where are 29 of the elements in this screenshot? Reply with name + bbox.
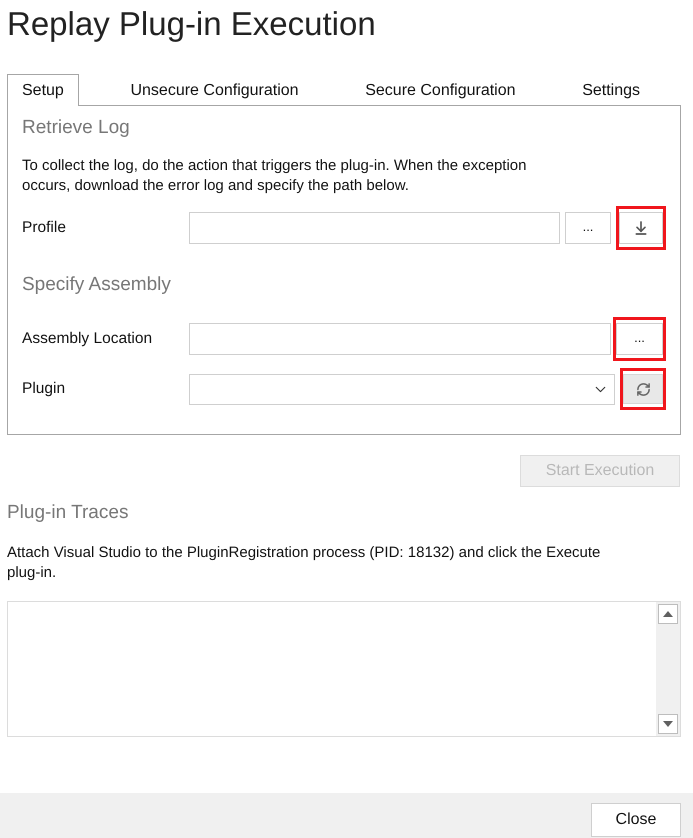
download-button[interactable] [619,212,663,244]
tab[interactable]: Unsecure Configuration [115,74,314,106]
scroll-up-button[interactable] [658,604,678,624]
instructions-text: Attach Visual Studio to the PluginRegistration process (PID: 18132) and click the Execute plug-in. [7,543,602,583]
tab[interactable]: Setup [7,74,79,106]
browse-button[interactable]: ... [616,323,663,355]
down-triangle-icon [663,720,673,728]
up-triangle-icon [663,610,673,618]
instructions-text: To collect the log, do the action that triggers the plug-in. When the exception occurs, download the error log and specify the path below. [22,156,528,196]
field-label: Plugin [22,379,66,399]
profile-path-field[interactable] [189,212,560,244]
plugin-select[interactable] [189,374,615,404]
scroll-down-button[interactable] [658,714,678,734]
field-label: Profile [22,218,66,238]
window-title: Replay Plug-in Execution [7,4,376,44]
trace-output-field[interactable] [7,601,681,737]
section-heading: Plug-in Traces [7,501,128,525]
download-icon [633,220,649,236]
tab[interactable]: Secure Configuration [350,74,531,106]
field-label: Assembly Location [22,329,152,349]
assembly-path-field[interactable] [189,323,611,355]
refresh-icon [636,382,650,396]
browse-button[interactable]: ... [565,212,611,244]
tab[interactable]: Settings [567,74,655,106]
section-heading: Specify Assembly [22,273,171,297]
close-button[interactable]: Close [591,803,681,837]
scrollbar[interactable] [656,602,680,736]
section-heading: Retrieve Log [22,116,130,140]
refresh-button[interactable] [623,374,663,404]
